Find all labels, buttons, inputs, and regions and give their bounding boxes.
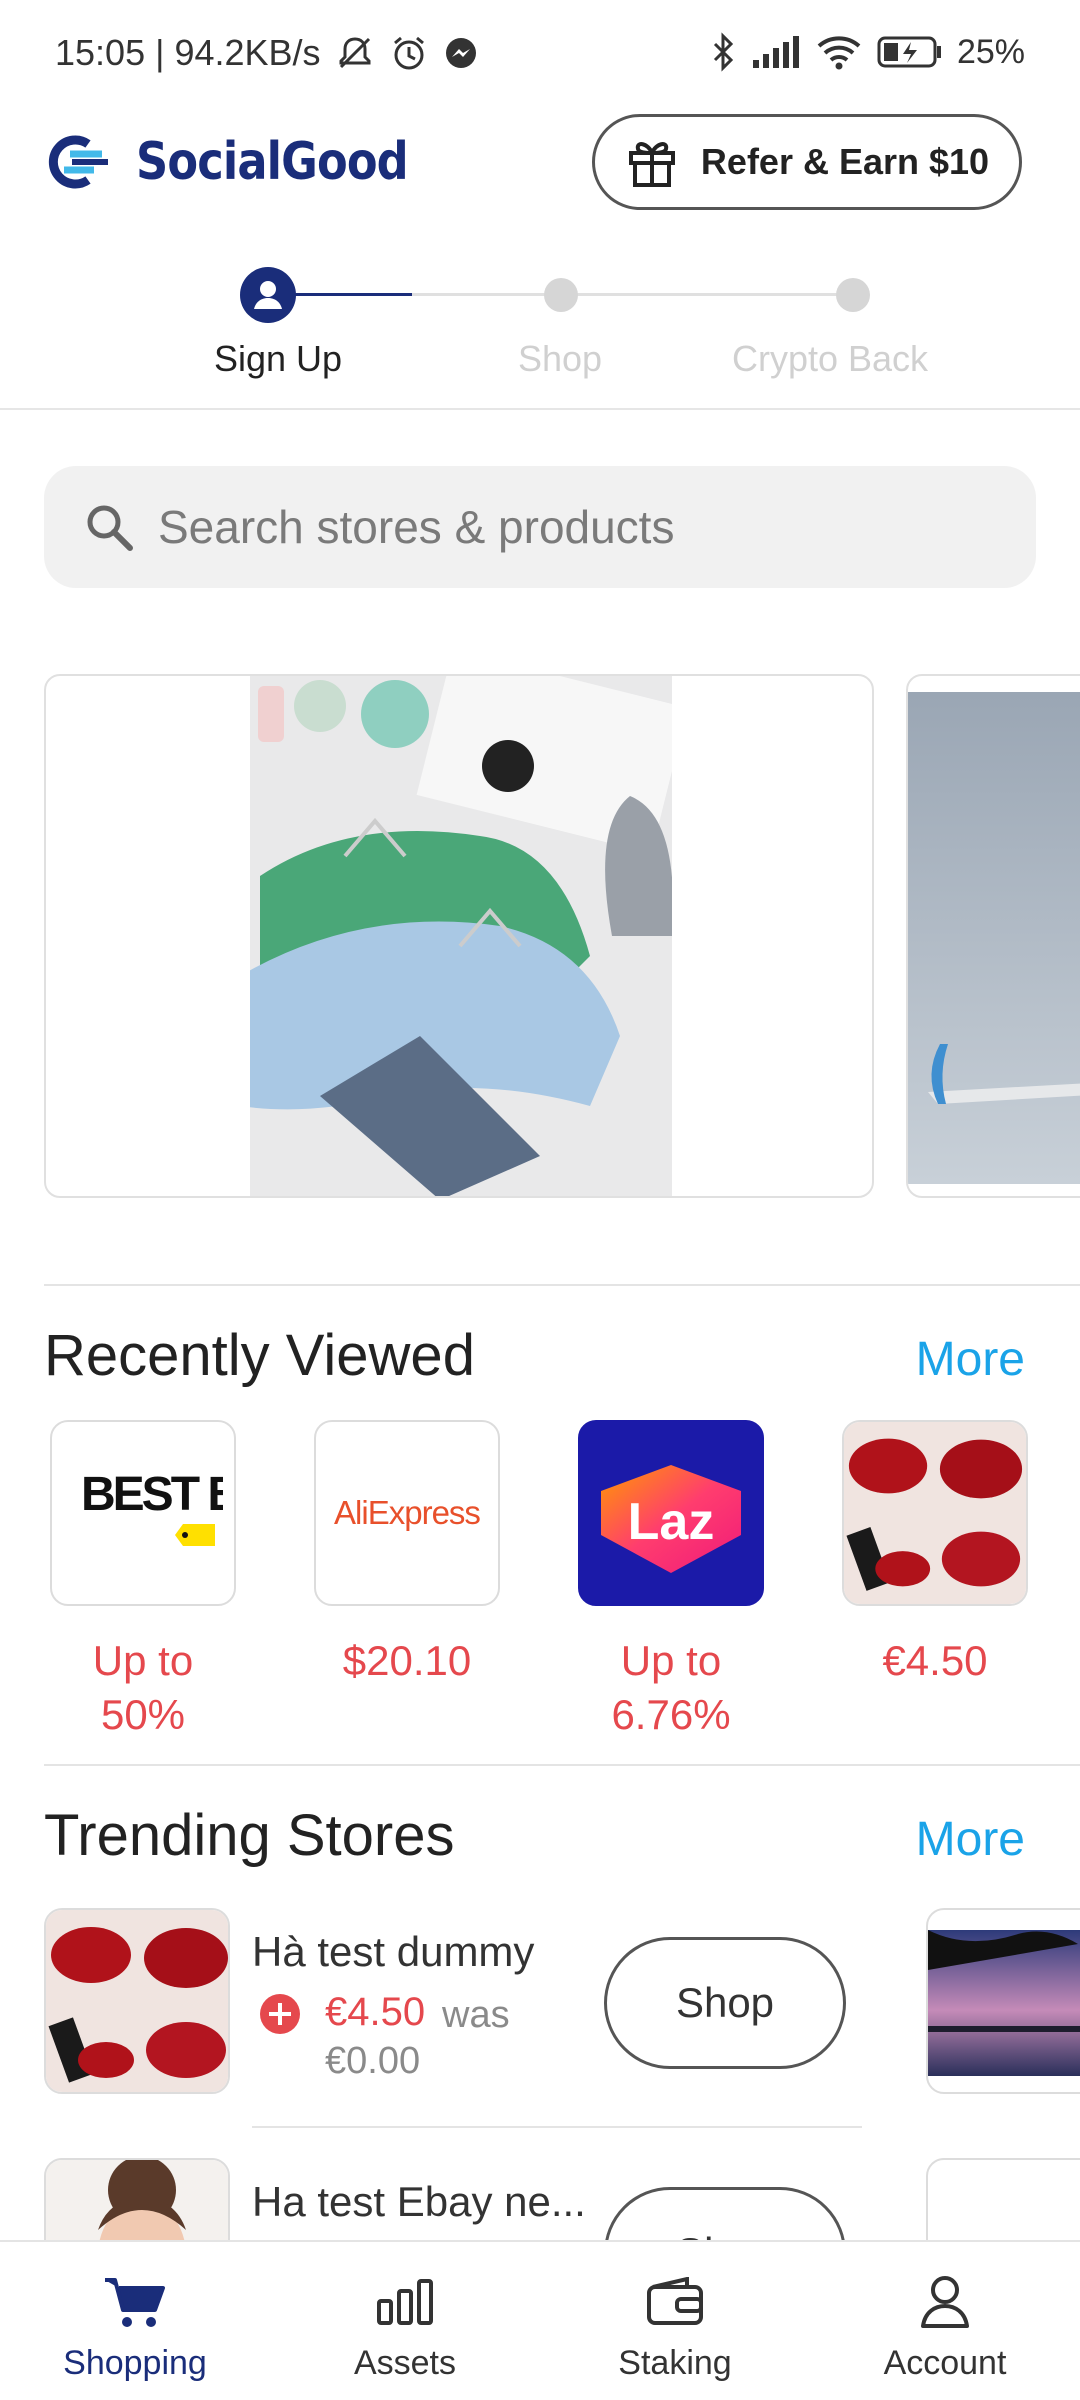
nav-label-staking: Staking [618,2344,732,2382]
section-divider [44,1284,1080,1286]
refer-earn-button[interactable]: Refer & Earn $10 [592,114,1022,210]
recently-viewed-more-link[interactable]: More [916,1332,1025,1387]
bestbuy-logo-best: BEST BUY [81,1468,223,1521]
recent-item-aliexpress[interactable]: AliExpress $20.10 [314,1420,500,1688]
plus-circle-icon [260,1994,300,2034]
step-active-dot [240,267,296,323]
user-icon [254,281,282,309]
shop-button[interactable]: Shop [604,1937,846,2069]
banner-image-clothing [250,676,672,1196]
mute-icon [339,37,371,69]
gift-icon [628,142,675,187]
refer-label: Refer & Earn $10 [700,141,990,182]
status-right: 25% [709,32,1025,72]
nav-label-shopping: Shopping [63,2344,207,2382]
cart-icon [105,2278,165,2327]
search-bar[interactable] [44,466,1036,588]
wifi-icon [817,36,861,70]
recent-price: $20.10 [342,1637,472,1684]
bluetooth-icon [713,32,734,72]
section-divider [44,1764,1080,1766]
row-divider [252,2126,862,2128]
lipstick-product-image [842,1420,1028,1606]
banner-card-1[interactable] [44,674,874,1198]
aliexpress-logo-text: AliExpress [334,1494,481,1531]
bestbuy-logo-mark: BEST BUY [81,1468,223,1546]
nav-staking[interactable]: Staking [540,2242,810,2400]
step-label-crypto: Crypto Back [731,338,929,379]
trending-old-price: €0.00 [325,2040,421,2082]
step-dot-crypto [836,278,870,312]
alarm-icon [393,36,424,70]
step-label-signup: Sign Up [213,338,343,379]
recent-price: Up to 6.76% [611,1637,731,1738]
bottom-navigation: Shopping Assets Staking Account [0,2240,1080,2400]
trending-was-label: was [442,1994,510,2036]
app-header: SocialGood Refer & Earn $10 [0,110,1080,250]
lipstick-thumbnail [844,1422,1026,1604]
nav-label-assets: Assets [353,2344,457,2382]
battery-percent: 25% [956,32,1025,71]
trending-price: €4.50 [325,1990,426,2034]
nav-label-account: Account [883,2344,1007,2382]
trending-stores-title: Trending Stores [44,1803,455,1868]
recent-item-lipstick[interactable]: €4.50 [842,1420,1028,1688]
lazada-heart-icon: Laz [601,1465,741,1573]
trending-more-link[interactable]: More [916,1812,1025,1867]
messenger-icon [445,38,476,68]
wallet-icon [647,2277,703,2325]
recent-item-lazada[interactable]: Laz Up to 6.76% [578,1420,764,1742]
trending-thumb-lipstick[interactable] [44,1908,230,2094]
nav-account[interactable]: Account [810,2242,1080,2400]
recently-viewed-title: Recently Viewed [44,1323,475,1388]
step-dot-shop [544,278,578,312]
status-bar: 15:05 | 94.2KB/s 25% [0,0,1080,110]
status-left: 15:05 | 94.2KB/s [55,32,479,74]
recent-price: €4.50 [882,1637,988,1684]
signal-icon [752,36,799,68]
banner-card-2[interactable] [906,674,1080,1198]
recent-item-bestbuy[interactable]: BEST BUY Up to 50% [50,1420,236,1742]
trending-thumb-sunset[interactable] [926,1908,1080,2094]
banner-image-airplane [908,692,1080,1184]
lipstick-thumbnail [46,1910,228,2092]
status-time-speed: 15:05 | 94.2KB/s [55,32,321,73]
search-icon [87,505,133,551]
battery-icon [877,36,941,68]
logo[interactable]: SocialGood [42,132,452,192]
recent-price: Up to 50% [92,1637,194,1738]
step-label-shop: Shop [517,338,603,379]
nav-shopping[interactable]: Shopping [0,2242,270,2400]
lazada-logo: Laz [578,1420,764,1606]
search-input[interactable] [158,500,978,554]
sunset-lake-thumbnail [928,1930,1080,2076]
socialgood-logo-icon [48,135,108,189]
step-line-remaining [412,293,852,296]
person-icon [921,2276,969,2328]
app-name: SocialGood [136,132,409,192]
bar-chart-icon [377,2279,433,2325]
aliexpress-logo: AliExpress [314,1420,500,1606]
onboarding-stepper: Sign Up Shop Crypto Back [0,250,1080,410]
trending-store-name: Ha test Ebay ne... [252,2178,586,2225]
nav-assets[interactable]: Assets [270,2242,540,2400]
trending-store-name: Hà test dummy [252,1928,535,1975]
lazada-logo-text: Laz [628,1493,715,1551]
bestbuy-logo: BEST BUY [50,1420,236,1606]
